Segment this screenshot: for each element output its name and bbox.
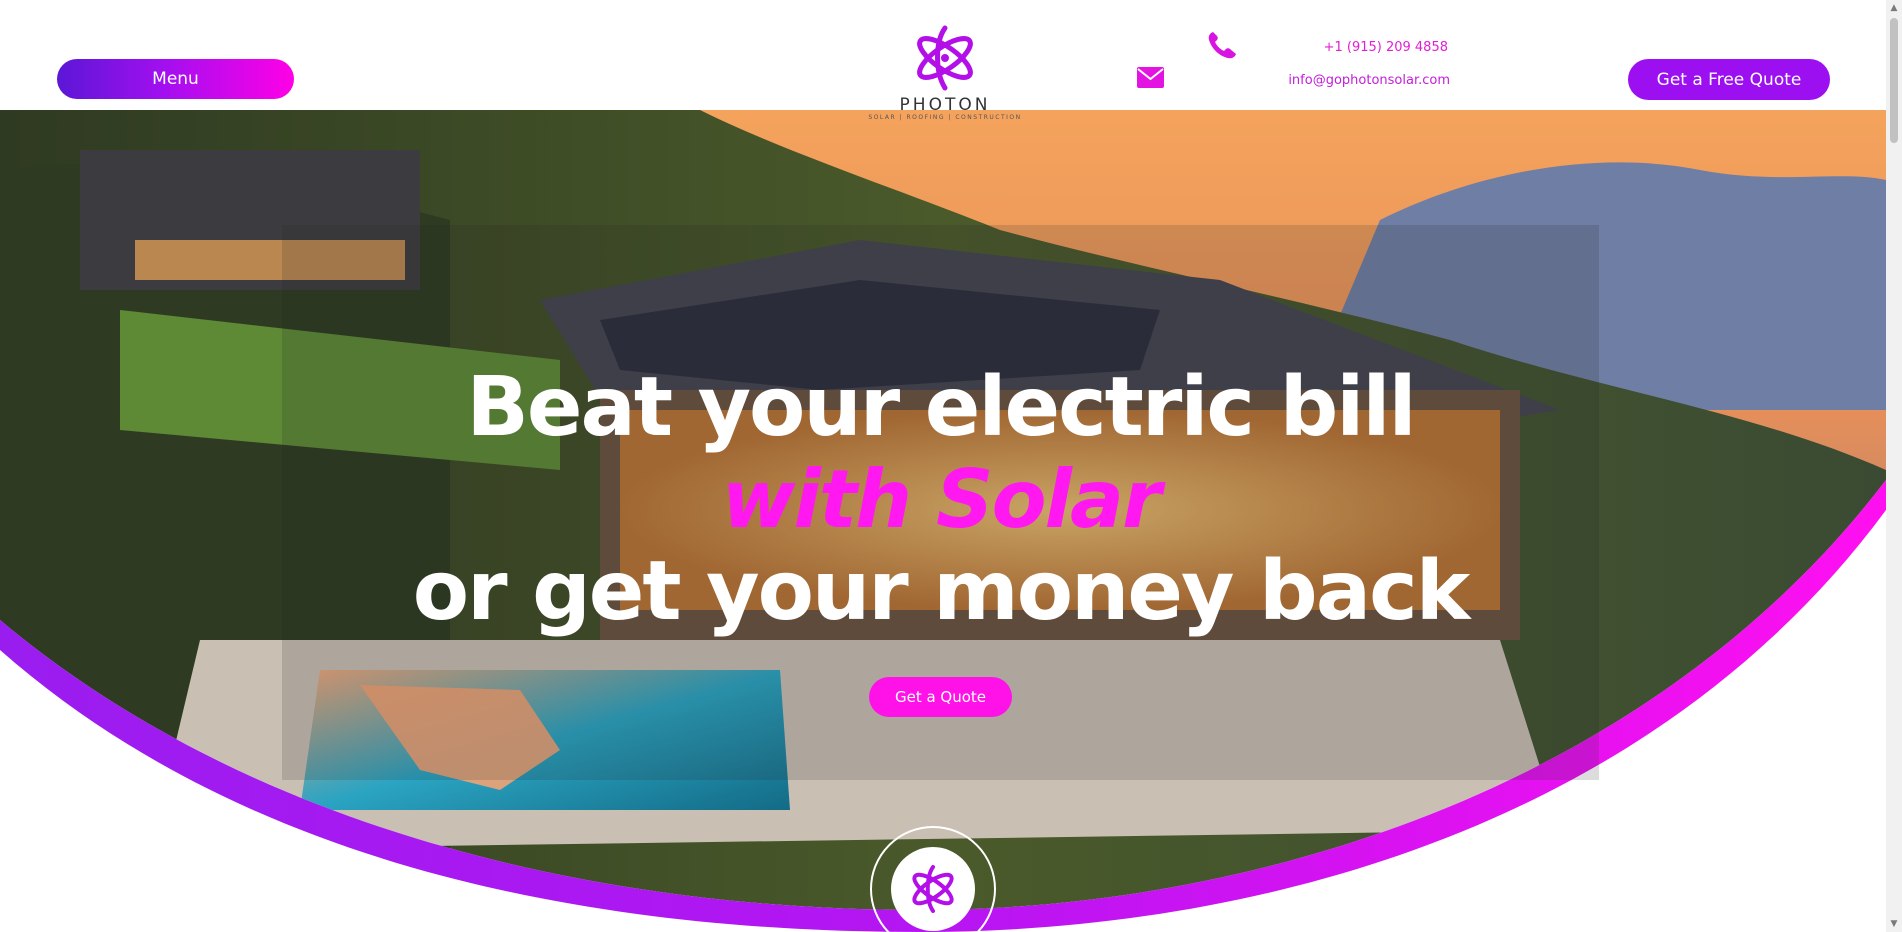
phone-number[interactable]: +1 (915) 209 4858 xyxy=(1290,40,1448,55)
scroll-down-arrow-icon[interactable]: ▼ xyxy=(1886,916,1902,932)
free-quote-button[interactable]: Get a Free Quote xyxy=(1628,59,1830,100)
site-header: Menu PHOTON SOLAR | ROOFING | CONSTRUCTI… xyxy=(0,0,1886,121)
scroll-up-arrow-icon[interactable]: ▲ xyxy=(1886,0,1902,16)
phone-icon[interactable] xyxy=(1206,30,1238,60)
photon-atom-logo-icon xyxy=(917,25,973,91)
headline-line-1: Beat your electric bill xyxy=(466,360,1416,455)
vertical-scrollbar[interactable]: ▲ ▼ xyxy=(1886,0,1902,932)
photon-logo[interactable]: PHOTON SOLAR | ROOFING | CONSTRUCTION xyxy=(860,22,1030,132)
logo-badge-icon xyxy=(870,826,996,932)
mail-icon[interactable] xyxy=(1137,67,1164,88)
logo-name: PHOTON xyxy=(899,95,991,115)
hero-headline: Beat your electric bill with Solar or ge… xyxy=(282,362,1599,638)
headline-line-2: with Solar xyxy=(721,453,1162,546)
email-address[interactable]: info@gophotonsolar.com xyxy=(1270,73,1450,88)
hero-section: Beat your electric bill with Solar or ge… xyxy=(0,110,1886,932)
logo-tagline: SOLAR | ROOFING | CONSTRUCTION xyxy=(868,114,1022,121)
headline-line-3: or get your money back xyxy=(412,544,1470,639)
scroll-thumb[interactable] xyxy=(1890,18,1898,143)
get-quote-button[interactable]: Get a Quote xyxy=(869,677,1012,717)
menu-button[interactable]: Menu xyxy=(57,59,294,99)
